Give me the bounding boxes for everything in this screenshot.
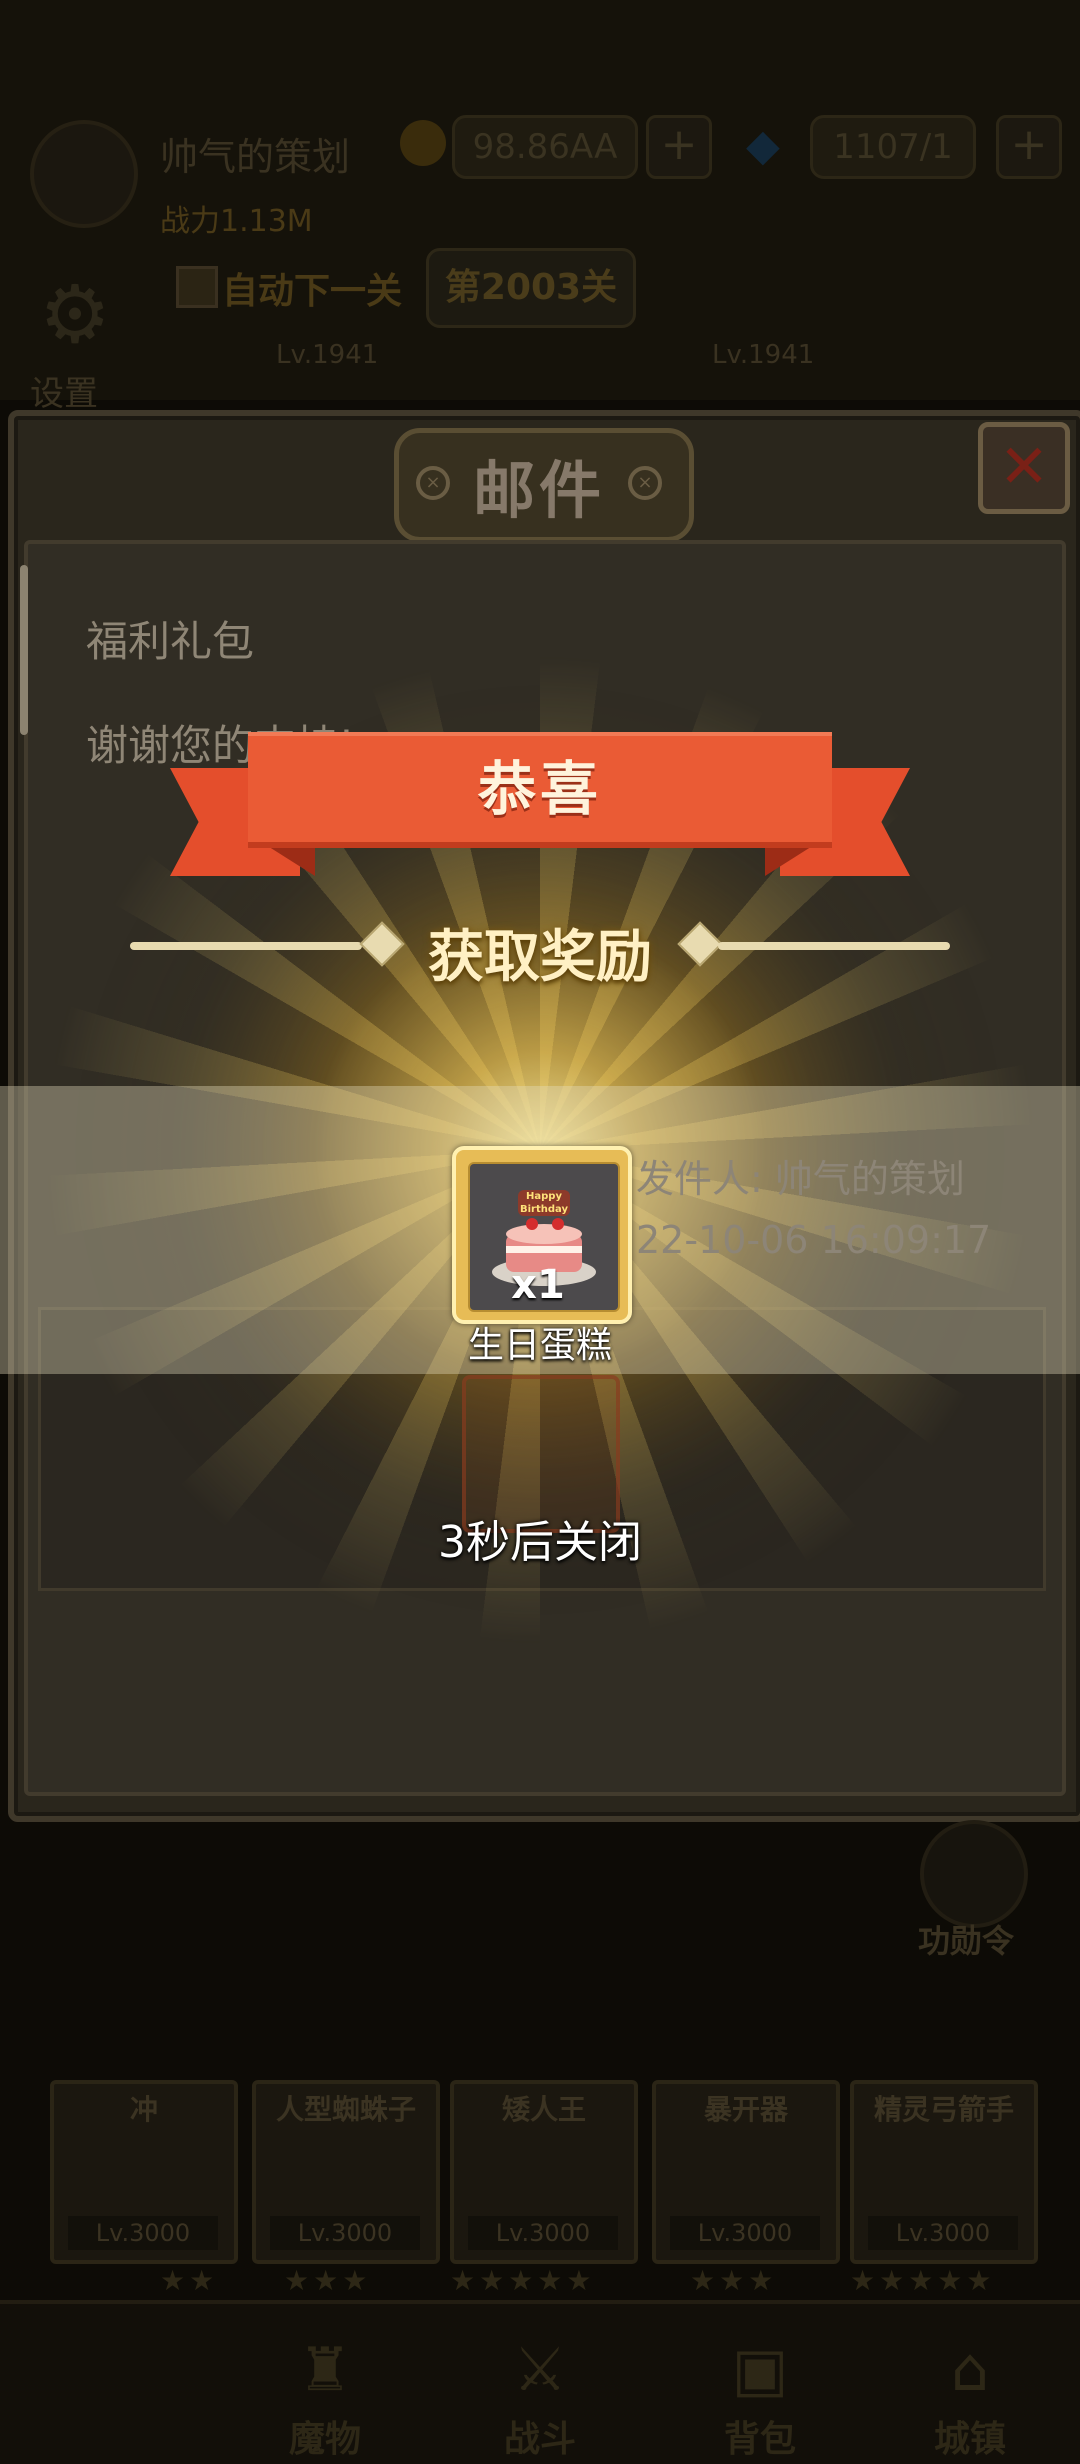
gem-icon: ◆ — [746, 120, 780, 171]
star-rating-icon: ★★ — [160, 2264, 219, 2297]
hero-level: Lv.3000 — [270, 2216, 420, 2250]
reward-title: 获取奖励 — [428, 925, 652, 990]
side-right-label: 功勋令 — [918, 1922, 1015, 1960]
chef-hat-icon: ♜ — [298, 2335, 352, 2405]
gold-amount: 98.86AA — [452, 115, 638, 179]
nav-label: 背包 — [723, 2419, 796, 2460]
hero-name: 冲 — [129, 2093, 158, 2126]
hero-card[interactable]: 暴开器 Lv.3000 — [652, 2080, 840, 2264]
combat-power: 战力1.13M — [160, 204, 313, 239]
star-rating-icon: ★★★★★ — [450, 2264, 596, 2297]
mail-date: 22-10-06 16:09:17 — [636, 1218, 992, 1262]
crossed-swords-icon: ⚔ — [513, 2335, 567, 2405]
hero-card[interactable]: 人型蜘蛛子 Lv.3000 — [252, 2080, 440, 2264]
stage-button[interactable]: 第2003关 — [426, 248, 636, 328]
hero-name: 人型蜘蛛子 — [275, 2093, 416, 2126]
hero-level: Lv.3000 — [68, 2216, 218, 2250]
hero-name: 矮人王 — [501, 2093, 586, 2126]
mail-scrollbar[interactable] — [20, 565, 28, 735]
hero-card[interactable]: 冲 Lv.3000 — [50, 2080, 238, 2264]
hero-level: Lv.3000 — [670, 2216, 820, 2250]
nav-backpack[interactable]: ▣ 背包 — [680, 2330, 840, 2460]
nav-label: 城镇 — [933, 2419, 1006, 2460]
town-icon: ⌂ — [950, 2335, 990, 2405]
star-rating-icon: ★★★★★ — [850, 2264, 996, 2297]
hero-card[interactable]: 精灵弓箭手 Lv.3000 — [850, 2080, 1038, 2264]
close-icon: ✕ — [998, 432, 1050, 502]
player-avatar[interactable] — [30, 120, 138, 228]
nav-monsters[interactable]: ♜ 魔物 — [245, 2330, 405, 2460]
auto-next-label: 自动下一关 — [222, 271, 403, 312]
auto-next-checkbox[interactable] — [176, 266, 218, 308]
hero-level: Lv.3000 — [868, 2216, 1018, 2250]
divider-right — [718, 942, 950, 950]
backpack-icon: ▣ — [731, 2335, 789, 2405]
mail-sender: 发件人: 帅气的策划 — [636, 1157, 965, 1201]
nav-battle[interactable]: ⚔ 战斗 — [460, 2330, 620, 2460]
gold-coin-icon — [400, 120, 446, 166]
mail-subject: 福利礼包 — [86, 617, 255, 666]
close-mail-button[interactable]: ✕ — [978, 422, 1070, 514]
star-rating-icon: ★★★ — [284, 2264, 372, 2297]
add-gems-button[interactable]: + — [996, 115, 1062, 179]
hero-name: 精灵弓箭手 — [873, 2093, 1014, 2126]
hero-level: Lv.3000 — [468, 2216, 618, 2250]
add-gold-button[interactable]: + — [646, 115, 712, 179]
hero-name: 暴开器 — [703, 2093, 788, 2126]
reward-item-count: x1 — [511, 1262, 565, 1308]
enemy-level-left: Lv.1941 — [276, 340, 379, 370]
nav-label: 魔物 — [288, 2419, 361, 2460]
cake-topper-text: Happy Birthday — [520, 1191, 568, 1215]
gear-icon[interactable]: ⚙ — [30, 270, 120, 360]
currency-bar: 98.86AA + ◆ 1107/1 + — [150, 110, 1070, 190]
hero-card[interactable]: 矮人王 Lv.3000 — [450, 2080, 638, 2264]
auto-close-countdown: 3秒后关闭 — [438, 1517, 642, 1568]
nav-town[interactable]: ⌂ 城镇 — [890, 2330, 1050, 2460]
settings-label: 设置 — [30, 374, 98, 414]
gem-amount: 1107/1 — [810, 115, 976, 179]
nav-label: 战斗 — [503, 2419, 576, 2460]
mail-title: 邮件 — [472, 454, 605, 527]
star-rating-icon: ★★★ — [690, 2264, 778, 2297]
divider-left — [130, 942, 362, 950]
medal-icon[interactable] — [920, 1820, 1028, 1928]
reward-item-name: 生日蛋糕 — [467, 1325, 612, 1366]
congrats-title: 恭喜 — [477, 755, 602, 823]
enemy-level-right: Lv.1941 — [712, 340, 815, 370]
